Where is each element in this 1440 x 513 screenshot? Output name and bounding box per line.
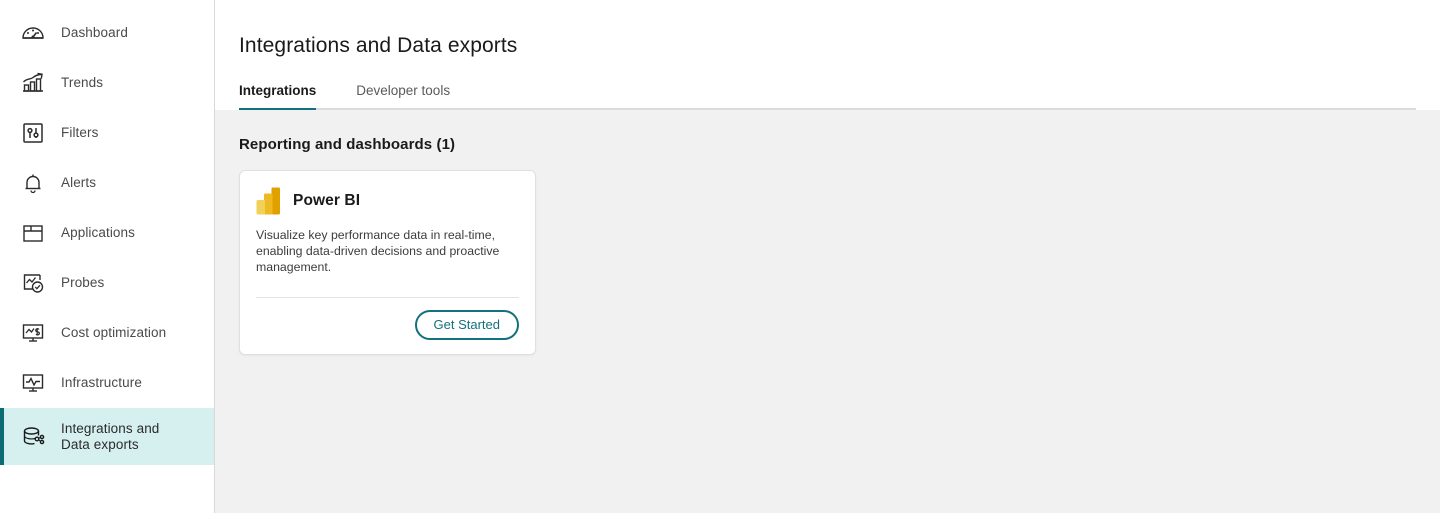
- card-description: Visualize key performance data in real-t…: [256, 228, 500, 275]
- sidebar-item-probes[interactable]: Probes: [0, 258, 214, 308]
- sidebar-item-label: Infrastructure: [61, 375, 142, 390]
- sidebar-item-integrations-and-data-exports[interactable]: Integrations and Data exports: [0, 408, 214, 465]
- power-bi-icon: [256, 187, 282, 215]
- page-header: Integrations and Data exports Integratio…: [215, 0, 1440, 111]
- monitor-dollar-icon: [18, 318, 48, 348]
- sidebar-item-label: Filters: [61, 125, 99, 140]
- content-area: Reporting and dashboards (1) Power BI Vi…: [215, 110, 1440, 513]
- sidebar-item-dashboard[interactable]: Dashboard: [0, 8, 214, 58]
- tab-developer-tools[interactable]: Developer tools: [356, 83, 458, 108]
- sidebar-item-cost-optimization[interactable]: Cost optimization: [0, 308, 214, 358]
- card-header: Power BI: [256, 187, 519, 215]
- card-actions: Get Started: [256, 310, 519, 341]
- sidebar-item-label: Dashboard: [61, 25, 128, 40]
- sidebar-item-filters[interactable]: Filters: [0, 108, 214, 158]
- sidebar-item-label: Probes: [61, 275, 105, 290]
- sidebar-item-label: Trends: [61, 75, 104, 90]
- browser-window-icon: [18, 218, 48, 248]
- bell-icon: [18, 168, 48, 198]
- sidebar-item-infrastructure[interactable]: Infrastructure: [0, 358, 214, 408]
- card-divider: [256, 297, 519, 299]
- main-region: Integrations and Data exports Integratio…: [215, 0, 1440, 513]
- app-root: Dashboard Trends Filters Alerts Applicat…: [0, 0, 1440, 513]
- integration-card-list: Power BI Visualize key performance data …: [239, 170, 1416, 356]
- get-started-button[interactable]: Get Started: [414, 310, 519, 341]
- monitor-pulse-icon: [18, 368, 48, 398]
- bar-chart-arrow-icon: [18, 68, 48, 98]
- sidebar-item-label: Applications: [61, 225, 135, 240]
- card-title: Power BI: [293, 192, 361, 210]
- sidebar: Dashboard Trends Filters Alerts Applicat…: [0, 0, 215, 513]
- tab-integrations[interactable]: Integrations: [239, 83, 324, 111]
- database-share-icon: [18, 422, 48, 452]
- sidebar-item-label: Cost optimization: [61, 325, 167, 340]
- sidebar-item-label: Alerts: [61, 175, 97, 190]
- section-title-reporting-and-dashboards: Reporting and dashboards (1): [239, 136, 456, 154]
- sidebar-item-trends[interactable]: Trends: [0, 58, 214, 108]
- chart-check-icon: [18, 268, 48, 298]
- gauge-icon: [18, 18, 48, 48]
- integration-card-power-bi[interactable]: Power BI Visualize key performance data …: [239, 170, 536, 356]
- page-title: Integrations and Data exports: [239, 34, 518, 58]
- sidebar-item-alerts[interactable]: Alerts: [0, 158, 214, 208]
- sidebar-item-label: Integrations and Data exports: [61, 420, 160, 452]
- sliders-icon: [18, 118, 48, 148]
- sidebar-item-applications[interactable]: Applications: [0, 208, 214, 258]
- tab-bar: Integrations Developer tools: [239, 77, 1416, 111]
